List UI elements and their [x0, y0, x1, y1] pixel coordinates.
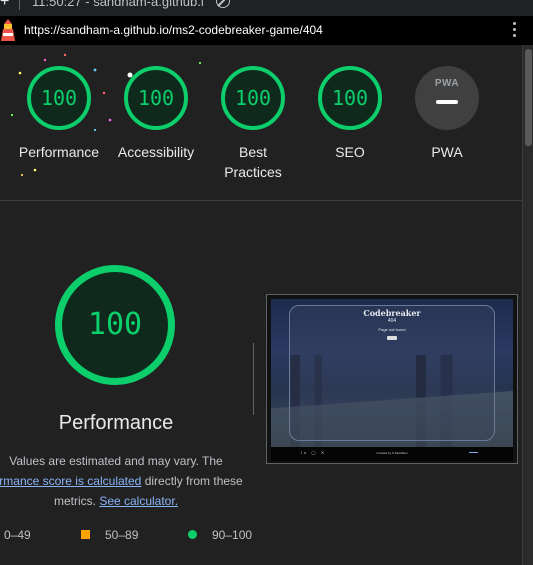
report-url[interactable]: https://sandham-a.github.io/ms2-codebrea…	[24, 23, 323, 37]
seo-gauge[interactable]: 100	[318, 66, 382, 130]
legend-average-label: 50–89	[105, 528, 139, 542]
pwa-gauge[interactable]: PWA	[415, 66, 479, 130]
legend-average-square-icon	[81, 530, 90, 539]
lighthouse-topbar: https://sandham-a.github.io/ms2-codebrea…	[0, 16, 533, 45]
screenshot-button	[387, 336, 397, 340]
lighthouse-logo-icon	[1, 19, 15, 41]
final-screenshot[interactable]: Codebreaker 404 Page not found in ◯ ✕ Cr…	[266, 294, 518, 464]
best-practices-label[interactable]: Best Practices	[198, 142, 308, 182]
best-practices-score: 100	[234, 86, 272, 110]
legend-pass-label: 90–100	[212, 528, 253, 542]
screenshot-footer: in ◯ ✕ Created by S.Sandham ▬▬▬	[271, 447, 513, 461]
block-icon[interactable]	[216, 0, 230, 8]
accessibility-score: 100	[137, 86, 175, 110]
legend-fail-label: 0–49	[4, 528, 31, 542]
pwa-badge-icon: PWA	[434, 78, 460, 89]
more-options-icon[interactable]	[511, 22, 517, 40]
screenshot-footer-link: ▬▬▬	[469, 450, 478, 454]
scores-summary: 100 Performance 100 Accessibility 100 Be…	[0, 45, 522, 201]
scrollbar[interactable]	[522, 45, 533, 565]
tab-separator	[19, 0, 20, 10]
performance-label[interactable]: Performance	[4, 142, 114, 162]
performance-score: 100	[40, 86, 78, 110]
pwa-dash	[436, 100, 458, 104]
performance-main-gauge: 100	[55, 265, 175, 385]
seo-label[interactable]: SEO	[295, 142, 405, 162]
performance-note: Values are estimated and may vary. The f…	[0, 451, 252, 511]
screenshot-title: Codebreaker	[363, 308, 421, 318]
see-calculator-link[interactable]: See calculator.	[99, 494, 178, 508]
tab-title[interactable]: 11:50:27 - sandham-a.github.i	[32, 0, 204, 10]
screenshot-card	[289, 305, 495, 441]
new-tab-icon[interactable]: +	[0, 0, 9, 10]
note-prefix: Values are estimated and may vary. The	[9, 454, 223, 468]
vertical-divider	[253, 343, 254, 415]
performance-gauge[interactable]: 100	[27, 66, 91, 130]
score-calculated-link[interactable]: formance score is calculated	[0, 474, 141, 488]
pwa-label[interactable]: PWA	[392, 142, 502, 162]
best-practices-gauge[interactable]: 100	[221, 66, 285, 130]
seo-score: 100	[331, 86, 369, 110]
screenshot-code: 404	[387, 318, 397, 324]
legend-pass-circle-icon	[188, 530, 197, 539]
accessibility-gauge[interactable]: 100	[124, 66, 188, 130]
tab-strip: + 11:50:27 - sandham-a.github.i	[0, 0, 533, 16]
screenshot-message: Page not found	[378, 327, 406, 332]
performance-main-score: 100	[87, 307, 143, 342]
performance-title: Performance	[58, 412, 174, 434]
accessibility-label[interactable]: Accessibility	[101, 142, 211, 162]
scrollbar-thumb[interactable]	[525, 49, 532, 146]
